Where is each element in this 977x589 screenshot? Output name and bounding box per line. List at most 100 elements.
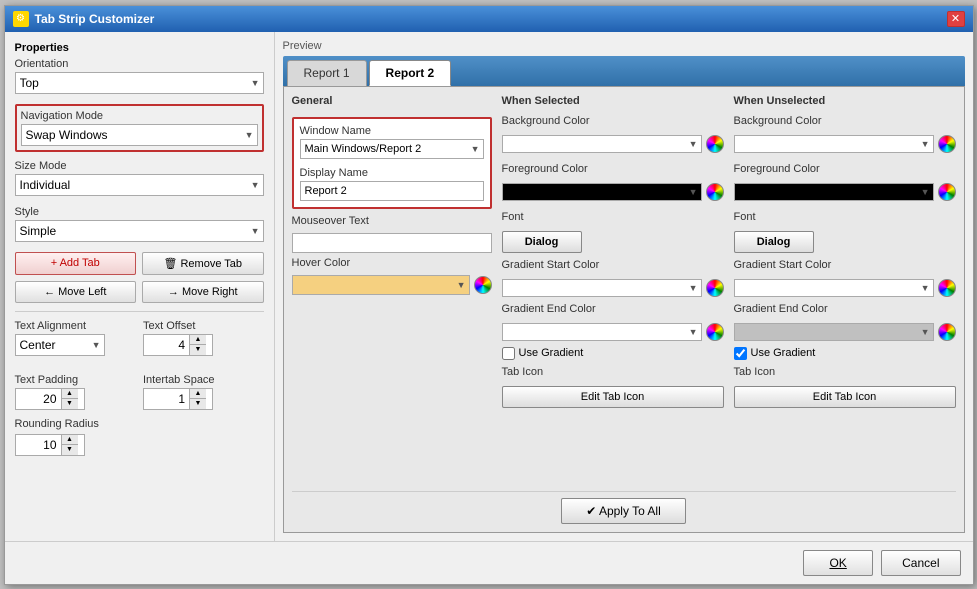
add-remove-row: + Add Tab 🗑 Remove Tab xyxy=(15,252,264,275)
content-area: Properties Orientation TopBottomLeftRigh… xyxy=(5,32,973,541)
display-name-input[interactable] xyxy=(300,181,484,201)
unsel-gradend-label: Gradient End Color xyxy=(734,303,956,315)
text-align-label: Text Alignment xyxy=(15,320,136,332)
mouseover-input[interactable] xyxy=(292,233,492,253)
sel-bg-colorball[interactable] xyxy=(706,135,724,153)
hover-color-select[interactable] xyxy=(292,275,470,295)
window-name-label: Window Name xyxy=(300,125,484,137)
rounding-down[interactable]: ▼ xyxy=(62,445,78,455)
window-title: Tab Strip Customizer xyxy=(35,12,155,26)
navmode-wrapper: Navigation Mode Swap WindowsMulti Window… xyxy=(15,104,264,152)
rounding-input[interactable] xyxy=(16,436,61,454)
unsel-bg-colorball[interactable] xyxy=(938,135,956,153)
tab-bar: Report 1 Report 2 xyxy=(283,56,965,86)
text-padding-group: Text Padding ▲ ▼ xyxy=(15,374,136,410)
sel-usegrad-row: Use Gradient xyxy=(502,347,724,360)
general-inner-box: Window Name Main Windows/Report 2 Main W… xyxy=(292,117,492,209)
sel-gradstart-row xyxy=(502,279,724,297)
orientation-select[interactable]: TopBottomLeftRight xyxy=(15,72,264,94)
text-offset-label: Text Offset xyxy=(143,320,264,332)
sizemode-select[interactable]: IndividualEqualAuto xyxy=(15,174,264,196)
move-right-button[interactable]: → Move Right xyxy=(142,281,264,303)
text-padding-input[interactable] xyxy=(16,390,61,408)
text-padding-up[interactable]: ▲ xyxy=(62,389,78,399)
unsel-gradstart-row xyxy=(734,279,956,297)
tab-columns: General Window Name Main Windows/Report … xyxy=(292,95,956,481)
unsel-font-label: Font xyxy=(734,211,956,223)
intertab-input[interactable] xyxy=(144,390,189,408)
left-panel: Properties Orientation TopBottomLeftRigh… xyxy=(5,32,275,541)
intertab-spinner: ▲ ▼ xyxy=(143,388,213,410)
rounding-spinbtns: ▲ ▼ xyxy=(61,435,78,455)
close-button[interactable]: ✕ xyxy=(947,11,965,27)
sel-fg-select[interactable] xyxy=(502,183,702,201)
apply-all-row: ✔ Apply To All xyxy=(292,491,956,524)
rounding-spinner: ▲ ▼ xyxy=(15,434,85,456)
cancel-button[interactable]: Cancel xyxy=(881,550,960,576)
tab-report2[interactable]: Report 2 xyxy=(369,60,452,86)
text-offset-group: Text Offset ▲ ▼ xyxy=(143,320,264,366)
sel-gradend-select[interactable] xyxy=(502,323,702,341)
sel-bg-select[interactable] xyxy=(502,135,702,153)
unsel-edit-icon-button[interactable]: Edit Tab Icon xyxy=(734,386,956,408)
style-wrapper: SimpleGradientFlat xyxy=(15,220,264,242)
unsel-gradstart-select[interactable] xyxy=(734,279,934,297)
window-name-wrapper: Main Windows/Report 2 Main Windows/Repor… xyxy=(300,139,484,159)
unsel-gradend-colorball[interactable] xyxy=(938,323,956,341)
sel-bg-label: Background Color xyxy=(502,115,724,127)
tab-report1[interactable]: Report 1 xyxy=(287,60,367,86)
text-align-select[interactable]: CenterLeftRight xyxy=(15,334,105,356)
unsel-font-button[interactable]: Dialog xyxy=(734,231,814,253)
sel-gradend-colorball[interactable] xyxy=(706,323,724,341)
mouseover-label: Mouseover Text xyxy=(292,215,492,227)
sel-usegrad-checkbox[interactable] xyxy=(502,347,515,360)
move-row: ← Move Left → Move Right xyxy=(15,281,264,303)
sel-usegrad-label: Use Gradient xyxy=(519,347,584,359)
unsel-bg-select[interactable] xyxy=(734,135,934,153)
move-left-button[interactable]: ← Move Left xyxy=(15,281,137,303)
window-name-select[interactable]: Main Windows/Report 2 Main Windows/Repor… xyxy=(300,139,484,159)
sel-bg-row xyxy=(502,135,724,153)
navmode-select[interactable]: Swap WindowsMulti WindowSingle xyxy=(21,124,258,146)
when-unselected-title: When Unselected xyxy=(734,95,956,107)
sizemode-label: Size Mode xyxy=(15,160,264,172)
unsel-fg-colorball[interactable] xyxy=(938,183,956,201)
unsel-usegrad-checkbox[interactable] xyxy=(734,347,747,360)
sel-edit-icon-button[interactable]: Edit Tab Icon xyxy=(502,386,724,408)
text-offset-input[interactable] xyxy=(144,336,189,354)
intertab-up[interactable]: ▲ xyxy=(190,389,206,399)
intertab-down[interactable]: ▼ xyxy=(190,399,206,409)
sel-gradstart-colorball[interactable] xyxy=(706,279,724,297)
style-select[interactable]: SimpleGradientFlat xyxy=(15,220,264,242)
hover-color-ball[interactable] xyxy=(474,276,492,294)
rounding-up[interactable]: ▲ xyxy=(62,435,78,445)
unsel-gradend-select[interactable] xyxy=(734,323,934,341)
sel-fg-drop xyxy=(502,183,702,201)
props-grid: Text Alignment CenterLeftRight Text Offs… xyxy=(15,320,264,410)
unsel-gradstart-label: Gradient Start Color xyxy=(734,259,956,271)
hover-color-wrap xyxy=(292,275,492,295)
unsel-gradstart-colorball[interactable] xyxy=(938,279,956,297)
when-selected-title: When Selected xyxy=(502,95,724,107)
text-offset-up[interactable]: ▲ xyxy=(190,335,206,345)
apply-all-button[interactable]: ✔ Apply To All xyxy=(561,498,686,524)
ok-button[interactable]: OK xyxy=(803,550,873,576)
intertab-group: Intertab Space ▲ ▼ xyxy=(143,374,264,410)
text-offset-down[interactable]: ▼ xyxy=(190,345,206,355)
text-padding-down[interactable]: ▼ xyxy=(62,399,78,409)
remove-tab-button[interactable]: 🗑 Remove Tab xyxy=(142,252,264,275)
general-column: General Window Name Main Windows/Report … xyxy=(292,95,492,481)
unsel-fg-select[interactable] xyxy=(734,183,934,201)
sel-font-label: Font xyxy=(502,211,724,223)
sel-tabicon-label: Tab Icon xyxy=(502,366,724,378)
app-icon: ⚙ xyxy=(13,11,29,27)
sel-fg-colorball[interactable] xyxy=(706,183,724,201)
rounding-group: Rounding Radius ▲ ▼ xyxy=(15,418,264,456)
add-tab-button[interactable]: + Add Tab xyxy=(15,252,137,275)
text-align-wrapper: CenterLeftRight xyxy=(15,334,105,356)
sel-gradstart-select[interactable] xyxy=(502,279,702,297)
bottom-bar: OK Cancel xyxy=(5,541,973,584)
sel-font-button[interactable]: Dialog xyxy=(502,231,582,253)
text-padding-spinbtns: ▲ ▼ xyxy=(61,389,78,409)
title-bar: ⚙ Tab Strip Customizer ✕ xyxy=(5,6,973,32)
